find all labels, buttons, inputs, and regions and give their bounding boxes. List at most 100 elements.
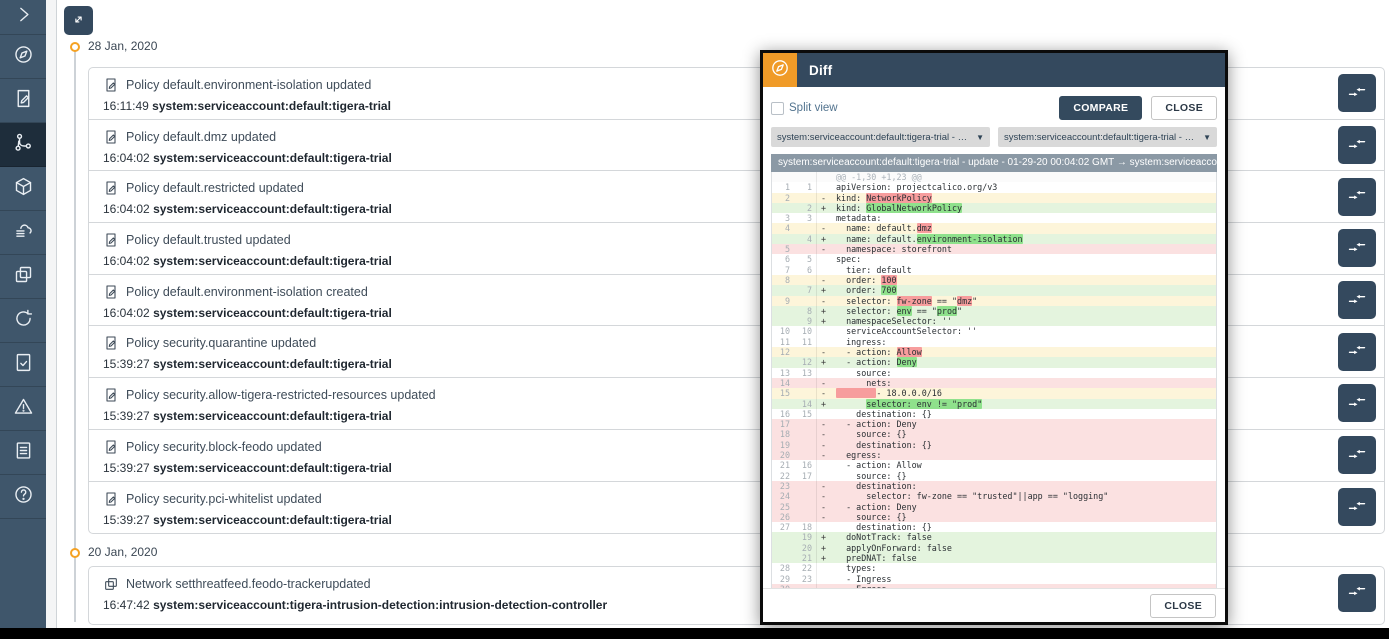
diff-new-line-number: 19 [794,532,816,542]
event-time: 16:11:49 [103,99,149,113]
diff-compare-button[interactable] [1338,74,1376,112]
event-time: 15:39:27 [103,409,150,423]
diff-compare-button[interactable] [1338,126,1376,164]
diff-new-line-number: 8 [794,306,816,316]
diff-marker: - [816,502,829,512]
diff-old-line-number: 10 [772,326,794,336]
footer-close-button[interactable]: CLOSE [1150,594,1216,618]
diff-marker: - [816,491,829,501]
diff-new-line-number: 18 [794,522,816,532]
event-title: Policy default.environment-isolation upd… [126,78,371,92]
diff-old-line-number: 5 [772,244,794,254]
event-time: 16:47:42 [103,598,150,612]
diff-new-line-number: 17 [794,471,816,481]
timeline-line [74,50,76,622]
diff-new-line-number [794,296,816,306]
sidebar-item-flow-graph[interactable] [0,123,46,167]
diff-new-line-number: 23 [794,574,816,584]
event-time: 15:39:27 [103,461,150,475]
diff-old-line-number: 24 [772,491,794,501]
diff-code: kind: GlobalNetworkPolicy [829,203,1216,213]
diff-old-line-number: 20 [772,450,794,460]
diff-code: - action: Deny [829,357,1216,367]
sidebar-item-help[interactable] [0,475,46,519]
diff-marker [816,522,829,532]
policy-edit-icon [103,491,119,507]
close-button[interactable]: CLOSE [1151,96,1217,120]
diff-line: 21 16 - action: Allow [772,460,1216,470]
diff-modal-header: Diff [763,53,1225,87]
sidebar-item-warning[interactable] [0,387,46,431]
sidebar-item-policy-edit[interactable] [0,79,46,123]
diff-marker: + [816,399,829,409]
diff-compare-button[interactable] [1338,574,1376,612]
diff-line: 9 - selector: fw-zone == "dmz" [772,296,1216,306]
diff-line: 11 11 ingress: [772,337,1216,347]
sidebar-item-doc-list[interactable] [0,431,46,475]
diff-line: 8 + selector: env == "prod" [772,306,1216,316]
diff-line: 13 13 source: [772,368,1216,378]
diff-code: selector: env != "prod" [829,399,1216,409]
diff-new-line-number [794,429,816,439]
sidebar-item-copies[interactable] [0,255,46,299]
split-view-toggle[interactable]: Split view [771,102,838,115]
diff-old-line-number: 11 [772,337,794,347]
event-title: Policy default.environment-isolation cre… [126,285,368,299]
right-revision-select[interactable]: system:serviceaccount:default:tigera-tri… [998,127,1217,147]
diff-new-line-number: 11 [794,337,816,347]
diff-marker: - [816,419,829,429]
sidebar-item-refresh[interactable] [0,299,46,343]
diff-line: 10 10 serviceAccountSelector: '' [772,326,1216,336]
event-account: system:serviceaccount:default:tigera-tri… [153,357,392,371]
sidebar-item-cube[interactable] [0,167,46,211]
diff-old-line-number: 18 [772,429,794,439]
diff-marker: - [816,481,829,491]
diff-compare-button[interactable] [1338,333,1376,371]
diff-marker: - [816,193,829,203]
diff-compare-button[interactable] [1338,178,1376,216]
diff-line: 27 18 destination: {} [772,522,1216,532]
policy-edit-icon [103,232,119,248]
diff-compare-button[interactable] [1338,488,1376,526]
diff-modal-footer: CLOSE [763,588,1225,622]
diff-new-line-number: 16 [794,460,816,470]
diff-code: apiVersion: projectcalico.org/v3 [829,182,1216,192]
sidebar-item-chevron-right[interactable] [0,0,46,35]
diff-compare-button[interactable] [1338,281,1376,319]
chevron-right-icon [13,4,34,30]
diff-code: ingress: [829,337,1216,347]
split-view-checkbox[interactable] [771,102,784,115]
split-view-label: Split view [789,102,838,114]
diff-old-line-number: 8 [772,275,794,285]
diff-old-line-number: 2 [772,193,794,203]
diff-line: 3 3 metadata: [772,213,1216,223]
compare-button[interactable]: COMPARE [1059,96,1142,120]
diff-old-line-number: 4 [772,223,794,233]
sidebar-item-cloud-stack[interactable] [0,211,46,255]
doc-check-icon [13,352,34,378]
event-account: system:serviceaccount:default:tigera-tri… [153,151,392,165]
diff-old-line-number [772,399,794,409]
diff-old-line-number [772,306,794,316]
diff-code: order: 100 [829,275,1216,285]
diff-compare-button[interactable] [1338,384,1376,422]
diff-line: 22 17 source: {} [772,471,1216,481]
diff-code: selector: fw-zone == "trusted"||app == "… [829,491,1216,501]
sidebar-item-compass[interactable] [0,35,46,79]
left-revision-select[interactable]: system:serviceaccount:default:tigera-tri… [771,127,990,147]
sidebar-item-doc-check[interactable] [0,343,46,387]
diff-marker: + [816,357,829,367]
diff-code: - action: Allow [829,460,1216,470]
diff-old-line-number [772,357,794,367]
diff-line: 14 + selector: env != "prod" [772,399,1216,409]
diff-new-line-number: 5 [794,254,816,264]
diff-marker: - [816,296,829,306]
diff-compare-button[interactable] [1338,229,1376,267]
event-time: 15:39:27 [103,513,150,527]
expand-timeline-button[interactable] [64,6,93,35]
diff-line: 16 15 destination: {} [772,409,1216,419]
diff-compare-button[interactable] [1338,436,1376,474]
event-title: Policy default.restricted updated [126,181,304,195]
diff-marker [816,337,829,347]
diff-old-line-number: 13 [772,368,794,378]
